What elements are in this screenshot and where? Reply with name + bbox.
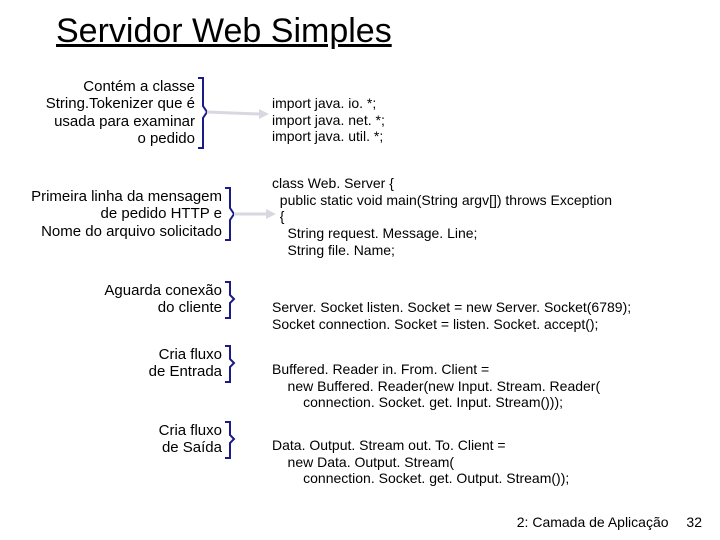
code-line: class Web. Server { xyxy=(272,175,394,191)
annotation-line: Primeira linha da mensagem xyxy=(31,188,222,205)
annotation-line: de Entrada xyxy=(149,363,222,380)
code-socket: Server. Socket listen. Socket = new Serv… xyxy=(272,282,631,332)
slide-title: Servidor Web Simples xyxy=(56,12,392,51)
code-line: connection. Socket. get. Output. Stream(… xyxy=(272,470,569,486)
annotation-line: Cria fluxo xyxy=(159,422,222,439)
bracket-output-stream xyxy=(222,420,238,462)
footer-label: 2: Camada de Aplicação xyxy=(517,514,669,530)
annotation-output-stream: Cria fluxo de Saída xyxy=(100,422,222,457)
code-imports: import java. io. *; import java. net. *;… xyxy=(272,78,385,145)
code-class-main: class Web. Server { public static void m… xyxy=(272,158,612,259)
code-line: import java. util. *; xyxy=(272,128,383,144)
code-line: Server. Socket listen. Socket = new Serv… xyxy=(272,299,631,315)
code-line: String request. Message. Line; xyxy=(272,225,477,241)
slide-footer: 2: Camada de Aplicação 32 xyxy=(517,514,702,530)
annotation-line: String.Tokenizer que é xyxy=(46,95,195,112)
code-line: connection. Socket. get. Input. Stream()… xyxy=(272,394,563,410)
annotation-line: Nome do arquivo solicitado xyxy=(41,223,222,240)
page-number: 32 xyxy=(686,514,702,530)
bracket-request-line xyxy=(222,186,277,246)
bracket-imports xyxy=(195,76,270,154)
annotation-line: Contém a classe xyxy=(83,78,195,95)
bracket-input-stream xyxy=(222,344,238,386)
code-line: Data. Output. Stream out. To. Client = xyxy=(272,437,506,453)
code-line: public static void main(String argv[]) t… xyxy=(272,192,612,208)
code-line: String file. Name; xyxy=(272,242,395,258)
annotation-socket: Aguarda conexão do cliente xyxy=(60,282,222,317)
annotation-line: de Saída xyxy=(162,439,222,456)
code-line: { xyxy=(272,208,284,224)
code-input-stream: Buffered. Reader in. From. Client = new … xyxy=(272,344,600,411)
code-line: Buffered. Reader in. From. Client = xyxy=(272,361,489,377)
annotation-input-stream: Cria fluxo de Entrada xyxy=(100,346,222,381)
bracket-socket xyxy=(222,280,238,322)
code-line: import java. net. *; xyxy=(272,112,385,128)
annotation-line: de pedido HTTP e xyxy=(101,205,222,222)
annotation-line: usada para examinar xyxy=(54,113,195,130)
annotation-line: do cliente xyxy=(158,299,222,316)
annotation-request-line: Primeira linha da mensagem de pedido HTT… xyxy=(0,188,222,240)
code-line: import java. io. *; xyxy=(272,95,376,111)
code-output-stream: Data. Output. Stream out. To. Client = n… xyxy=(272,420,569,487)
annotation-imports: Contém a classe String.Tokenizer que é u… xyxy=(20,78,195,147)
code-line: Socket connection. Socket = listen. Sock… xyxy=(272,316,598,332)
annotation-line: Aguarda conexão xyxy=(104,282,222,299)
annotation-line: o pedido xyxy=(137,130,195,147)
annotation-line: Cria fluxo xyxy=(159,346,222,363)
code-line: new Buffered. Reader(new Input. Stream. … xyxy=(272,378,600,394)
code-line: new Data. Output. Stream( xyxy=(272,454,454,470)
